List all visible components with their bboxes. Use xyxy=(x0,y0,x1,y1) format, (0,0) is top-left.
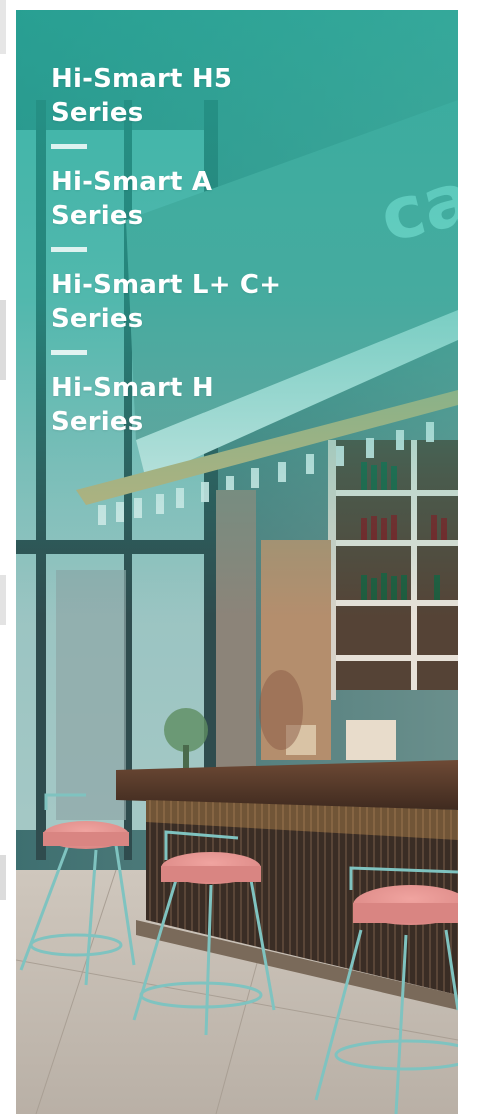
series-title-line2: Series xyxy=(51,201,144,231)
series-link-hi-smart-h5[interactable]: Hi-Smart H5 Series xyxy=(51,62,311,130)
series-title-line2: Series xyxy=(51,304,144,334)
series-link-hi-smart-a[interactable]: Hi-Smart A Series xyxy=(51,165,311,233)
menu-divider xyxy=(51,350,87,355)
series-title-line1: Hi-Smart H xyxy=(51,373,214,403)
series-link-hi-smart-l-c[interactable]: Hi-Smart L+ C+ Series xyxy=(51,268,311,336)
menu-divider xyxy=(51,247,87,252)
adjacent-panel-edge xyxy=(0,0,6,1114)
series-banner: ca Hi-Smart H5 Series Hi-Smart A Series … xyxy=(16,10,458,1114)
series-title-line1: Hi-Smart A xyxy=(51,167,213,197)
menu-divider xyxy=(51,144,87,149)
series-title-line2: Series xyxy=(51,407,144,437)
series-title-line2: Series xyxy=(51,98,144,128)
series-title-line1: Hi-Smart H5 xyxy=(51,64,233,94)
series-link-hi-smart-h[interactable]: Hi-Smart H Series xyxy=(51,371,311,439)
series-title-line1: Hi-Smart L+ C+ xyxy=(51,270,282,300)
series-menu: Hi-Smart H5 Series Hi-Smart A Series Hi-… xyxy=(51,62,311,439)
